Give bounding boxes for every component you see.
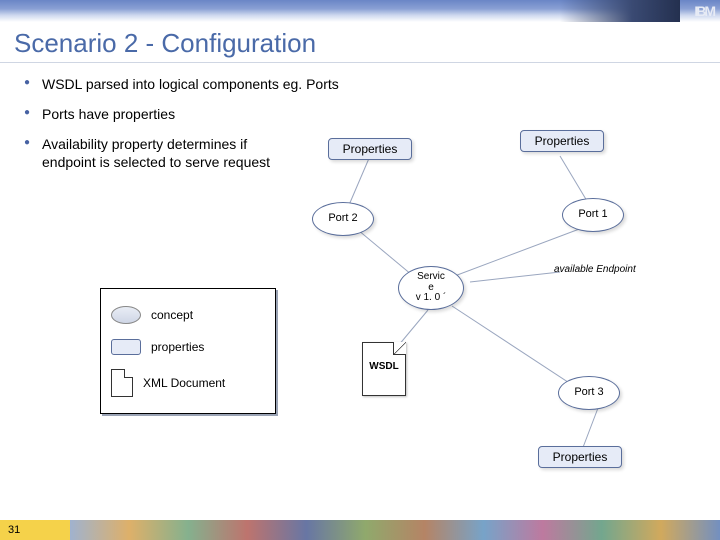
port1-node: Port 1 — [562, 198, 624, 232]
properties-box-top: Properties — [520, 130, 604, 152]
bullet-item: WSDL parsed into logical components eg. … — [24, 76, 684, 92]
ibm-logo: IBM — [694, 3, 714, 19]
legend-label: concept — [151, 308, 193, 322]
port3-node: Port 3 — [558, 376, 620, 410]
diagram: Properties Properties Port 1 Port 2 Serv… — [0, 120, 720, 480]
slide: IBM Scenario 2 - Configuration WSDL pars… — [0, 0, 720, 540]
legend-label: properties — [151, 340, 204, 354]
document-icon — [111, 369, 133, 397]
service-node: Servic e v 1. 0 ´ — [398, 266, 464, 310]
legend-row-properties: properties — [111, 331, 265, 363]
legend-box: concept properties XML Document — [100, 288, 276, 414]
properties-box-mid: Properties — [328, 138, 412, 160]
service-label: Servic e v 1. 0 ´ — [416, 272, 447, 304]
header-corner — [560, 0, 680, 22]
page-title: Scenario 2 - Configuration — [14, 28, 316, 59]
legend-label: XML Document — [143, 376, 225, 390]
properties-icon — [111, 339, 141, 355]
port2-node: Port 2 — [312, 202, 374, 236]
legend-row-xml: XML Document — [111, 363, 265, 403]
concept-icon — [111, 306, 141, 324]
legend-row-concept: concept — [111, 299, 265, 331]
wsdl-doc-icon: WSDL — [362, 342, 406, 396]
slide-number: 31 — [0, 520, 70, 540]
wsdl-label: WSDL — [363, 361, 405, 372]
properties-box-bottom: Properties — [538, 446, 622, 468]
footer-strip — [70, 520, 720, 540]
annotation-available-endpoint: available Endpoint — [554, 264, 636, 275]
title-rule — [0, 62, 720, 63]
